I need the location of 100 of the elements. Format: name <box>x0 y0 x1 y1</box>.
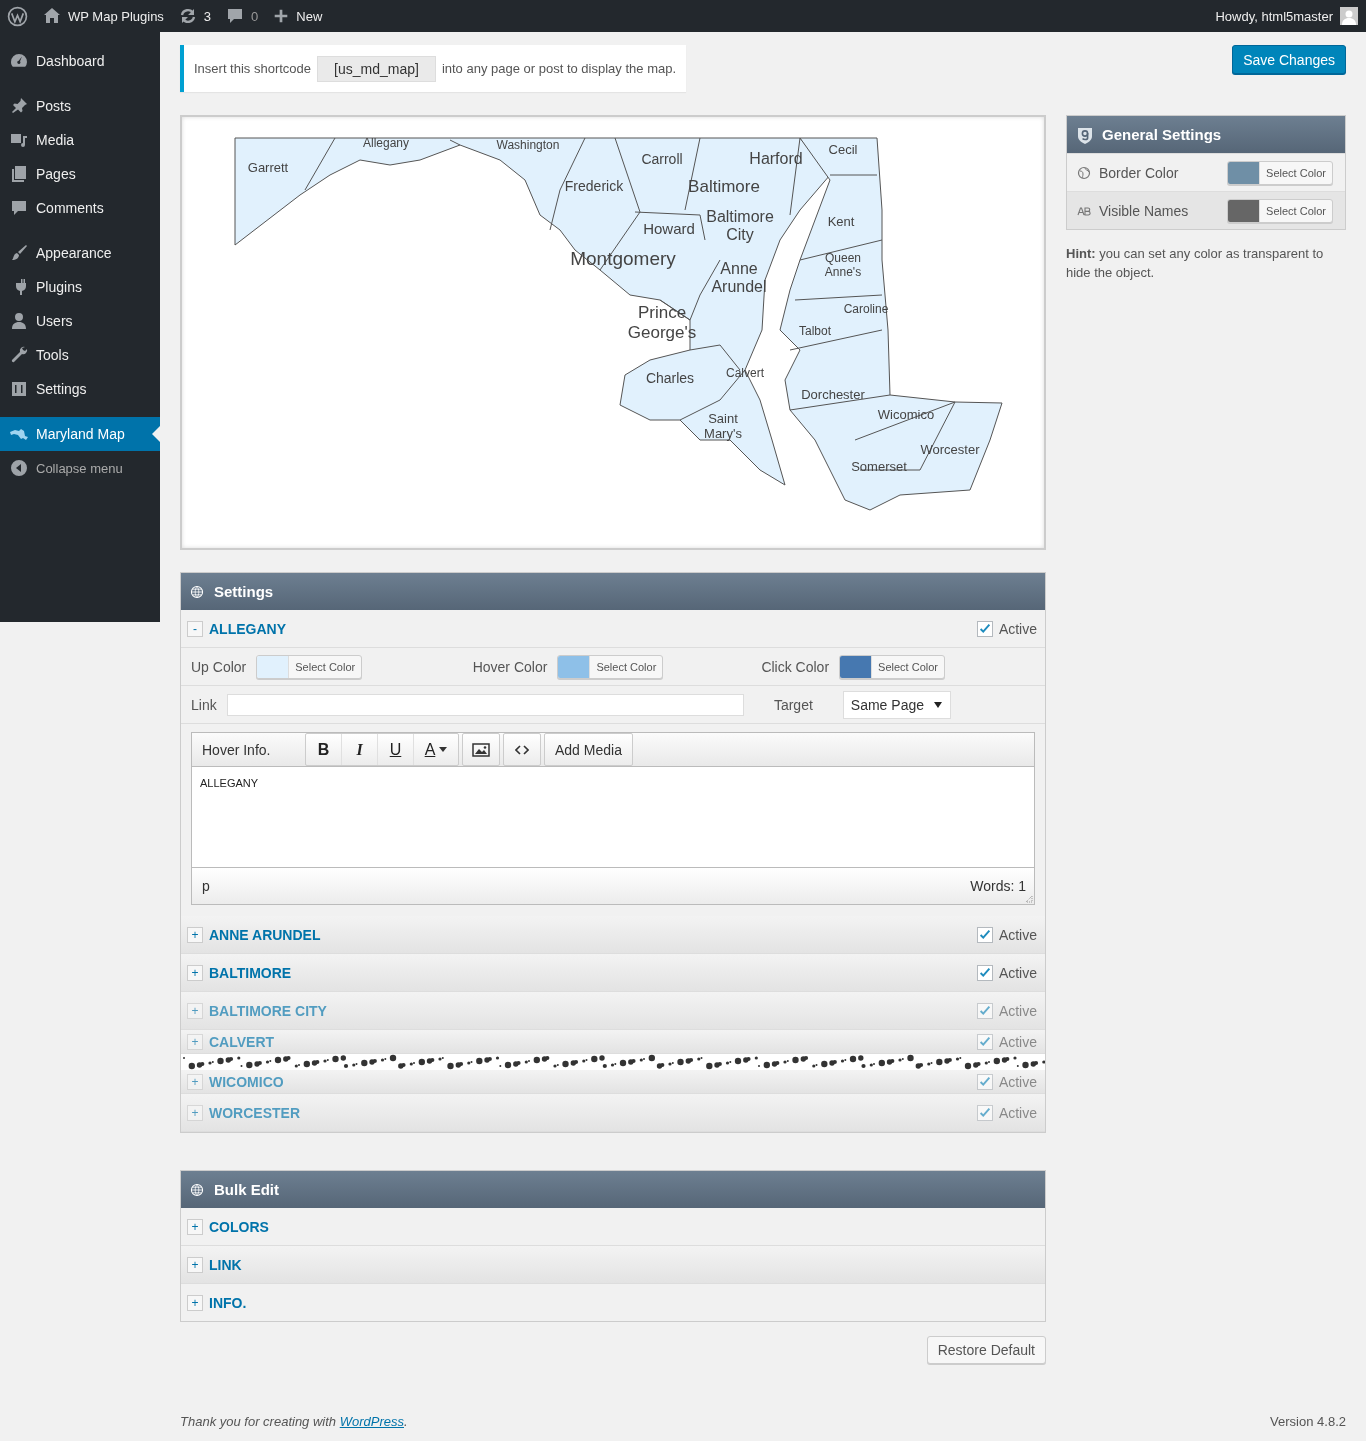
county-label[interactable]: Worcester <box>920 442 980 458</box>
restore-default-button[interactable]: Restore Default <box>926 1336 1046 1364</box>
menu-item[interactable]: Plugins <box>0 270 160 304</box>
target-dropdown[interactable]: Same Page <box>842 690 951 719</box>
add-media-button[interactable]: Add Media <box>544 733 633 766</box>
checkbox[interactable] <box>976 620 993 637</box>
menu-item[interactable]: Users <box>0 304 160 338</box>
code-icon <box>515 744 529 755</box>
insert-image-button[interactable] <box>462 733 500 766</box>
toggle-button[interactable]: + <box>187 1256 203 1273</box>
checkbox[interactable] <box>976 1033 993 1050</box>
home-icon <box>42 6 62 26</box>
county-label[interactable]: Somerset <box>851 459 907 475</box>
toggle-button[interactable]: + <box>187 964 203 981</box>
format-button[interactable]: U <box>378 734 414 765</box>
county-label[interactable]: Caroline <box>843 303 889 317</box>
toggle-button[interactable]: + <box>187 1218 203 1235</box>
county-label[interactable]: Allegany <box>363 137 409 151</box>
color-picker-button[interactable]: Select Color <box>839 654 945 679</box>
new-link[interactable]: New <box>296 8 323 24</box>
menu-item[interactable]: Dashboard <box>0 44 160 78</box>
active-label: Active <box>998 1033 1037 1050</box>
county-label[interactable]: Dorchester <box>801 387 865 403</box>
county-label[interactable]: Garrett <box>247 160 289 176</box>
comments-count[interactable]: 0 <box>251 8 259 24</box>
county-label[interactable]: Kent <box>827 214 855 230</box>
rich-text-editor[interactable]: Hover Info. B I U A Add Media ALLEGANY p Words: 1 <box>191 732 1035 905</box>
county-label[interactable]: Baltimore City <box>700 207 780 245</box>
speech-bubble-icon <box>9 198 29 218</box>
field-label: Target <box>773 696 813 713</box>
left-arrow-icon <box>9 458 29 478</box>
avatar-icon[interactable] <box>1340 7 1358 25</box>
caret-icon <box>934 701 942 708</box>
region-name: CALVERT <box>209 1033 276 1050</box>
county-label[interactable]: Frederick <box>564 177 624 195</box>
wordpress-link[interactable]: WordPress <box>339 1414 404 1429</box>
region-name: BALTIMORE <box>209 964 293 981</box>
color-picker-button[interactable]: Select Color <box>1227 160 1333 185</box>
setting-label: Border Color <box>1099 164 1180 181</box>
format-button[interactable]: I <box>342 734 378 765</box>
greeting-link[interactable]: Howdy, html5master <box>1215 8 1333 24</box>
color-picker-button[interactable]: Select Color <box>1227 198 1333 223</box>
toggle-button[interactable]: + <box>187 1294 203 1311</box>
brush-icon <box>9 243 29 263</box>
check-icon <box>977 927 992 942</box>
shortcode-field[interactable]: [us_md_map] <box>317 55 436 82</box>
checkbox[interactable] <box>976 964 993 981</box>
color-picker-button[interactable]: Select Color <box>557 654 664 679</box>
active-label: Active <box>998 1104 1037 1121</box>
check-icon <box>977 1105 992 1120</box>
resize-grip-icon[interactable] <box>1025 895 1033 903</box>
toggle-button[interactable]: - <box>187 620 203 637</box>
county-label[interactable]: Queen Anne's <box>819 252 867 280</box>
active-label: Active <box>998 964 1037 981</box>
panel-title: General Settings <box>1102 126 1222 143</box>
menu-item[interactable]: Appearance <box>0 236 160 270</box>
sliders-icon <box>9 379 29 399</box>
menu-item[interactable]: Media <box>0 123 160 157</box>
toggle-button[interactable]: + <box>187 926 203 943</box>
field-label: Click Color <box>761 658 830 675</box>
wrench-icon <box>9 345 29 365</box>
check-icon <box>977 1034 992 1049</box>
code-button[interactable] <box>503 733 541 766</box>
user-icon <box>9 311 29 331</box>
collapse-menu-button[interactable]: Collapse menu <box>0 451 160 485</box>
checkbox[interactable] <box>976 926 993 943</box>
menu-item[interactable]: Pages <box>0 157 160 191</box>
globe-icon <box>1077 165 1091 180</box>
menu-item[interactable]: Comments <box>0 191 160 225</box>
field-label: Hover Color <box>472 658 548 675</box>
site-name-link[interactable]: WP Map Plugins <box>68 8 164 24</box>
county-label[interactable]: Saint Mary's <box>703 412 743 442</box>
field-label: Up Color <box>191 658 247 675</box>
format-button[interactable]: A <box>414 734 458 765</box>
format-button[interactable]: B <box>306 734 342 765</box>
county-label[interactable]: Baltimore <box>688 177 760 197</box>
globe-icon <box>189 1181 205 1198</box>
county-label[interactable]: Harford <box>749 149 803 169</box>
menu-item[interactable]: Posts <box>0 89 160 123</box>
color-picker-button[interactable]: Select Color <box>256 654 363 679</box>
checkbox[interactable] <box>976 1104 993 1121</box>
county-label[interactable]: Talbot <box>799 325 831 339</box>
word-count: Words: 1 <box>970 878 1026 894</box>
county-label[interactable]: Charles <box>645 369 695 387</box>
county-label[interactable]: Carroll <box>641 150 683 168</box>
caret-icon <box>439 747 448 752</box>
updates-count[interactable]: 3 <box>203 8 212 24</box>
section-name: COLORS <box>209 1218 270 1235</box>
county-label[interactable]: Washington <box>496 139 560 153</box>
menu-item[interactable]: Settings <box>0 372 160 406</box>
link-input-field[interactable] <box>226 693 744 716</box>
menu-item[interactable]: Maryland Map <box>0 417 160 451</box>
county-label[interactable]: Howard <box>643 220 695 238</box>
checkbox[interactable] <box>976 1073 993 1090</box>
region-name: ANNE ARUNDEL <box>209 926 322 943</box>
save-changes-button[interactable]: Save Changes <box>1232 45 1346 74</box>
checkbox[interactable] <box>976 1002 993 1019</box>
county-label[interactable]: Cecil <box>828 142 858 158</box>
section-name: LINK <box>209 1256 243 1273</box>
menu-item[interactable]: Tools <box>0 338 160 372</box>
